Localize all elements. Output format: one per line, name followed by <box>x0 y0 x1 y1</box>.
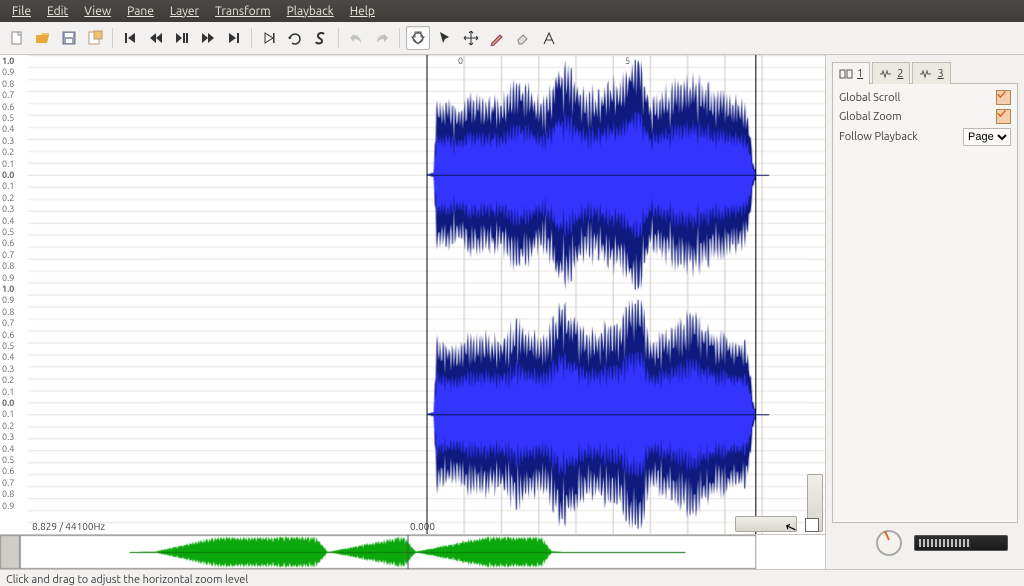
output-level-meter[interactable] <box>914 535 1008 551</box>
menu-help[interactable]: Help <box>342 3 383 20</box>
loop-button[interactable] <box>284 27 306 49</box>
toolbar <box>0 22 1024 55</box>
menubar: File Edit View Pane Layer Transform Play… <box>0 0 1024 22</box>
tab-2[interactable]: 2 <box>872 62 910 84</box>
menu-playback[interactable]: Playback <box>279 3 342 20</box>
open-button[interactable] <box>32 27 54 49</box>
waveform-canvas[interactable] <box>28 55 825 534</box>
menu-pane[interactable]: Pane <box>119 3 162 20</box>
fastforward-button[interactable] <box>197 27 219 49</box>
zoom-fit-checkbox[interactable] <box>805 518 819 532</box>
amplitude-axis: 1.00.90.80.70.60.50.40.30.20.10.00.10.20… <box>0 55 29 534</box>
play-pause-button[interactable] <box>171 27 193 49</box>
global-scroll-checkbox[interactable] <box>996 90 1011 105</box>
property-panel-body: Global Scroll Global Zoom Follow Playbac… <box>832 83 1018 523</box>
export-image-button[interactable] <box>84 27 106 49</box>
menu-edit[interactable]: Edit <box>39 3 76 20</box>
rewind-start-button[interactable] <box>119 27 141 49</box>
overview-pane[interactable] <box>0 534 825 569</box>
menu-view[interactable]: View <box>76 3 119 20</box>
workspace: 1.00.90.80.70.60.50.40.30.20.10.00.10.20… <box>0 55 1024 569</box>
solo-button[interactable] <box>310 27 332 49</box>
erase-tool-button[interactable] <box>512 27 534 49</box>
tab-1[interactable]: 1 <box>832 62 870 84</box>
toolbar-separator <box>112 28 113 48</box>
new-session-button[interactable] <box>6 27 28 49</box>
select-tool-button[interactable] <box>434 27 456 49</box>
move-tool-button[interactable] <box>460 27 482 49</box>
property-panel: 1 2 3 Global Scroll Global Zoom Follow P… <box>826 55 1024 569</box>
status-text: Click and drag to adjust the horizontal … <box>6 574 248 586</box>
playback-speed-dial[interactable] <box>876 530 902 556</box>
menu-file[interactable]: File <box>4 3 39 20</box>
follow-playback-select[interactable]: Page <box>963 128 1011 146</box>
horizontal-zoom-dial[interactable] <box>735 516 797 532</box>
rewind-button[interactable] <box>145 27 167 49</box>
undo-button[interactable] <box>345 27 367 49</box>
global-scroll-label: Global Scroll <box>839 92 900 104</box>
main-pane: 1.00.90.80.70.60.50.40.30.20.10.00.10.20… <box>0 55 826 569</box>
menu-transform[interactable]: Transform <box>207 3 279 20</box>
waveform-pane[interactable]: 1.00.90.80.70.60.50.40.30.20.10.00.10.20… <box>0 55 825 534</box>
waveform-canvas-host[interactable]: 0 5 <box>28 55 825 534</box>
playhead-position-label: 8.829 / 44100Hz <box>32 521 105 532</box>
global-zoom-checkbox[interactable] <box>996 109 1011 124</box>
selection-start-label: 0.000 <box>410 521 435 532</box>
menu-layer[interactable]: Layer <box>162 3 207 20</box>
navigate-tool-button[interactable] <box>406 26 430 50</box>
save-button[interactable] <box>58 27 80 49</box>
toolbar-separator <box>251 28 252 48</box>
follow-playback-label: Follow Playback <box>839 131 918 143</box>
global-zoom-label: Global Zoom <box>839 111 902 123</box>
status-bar: Click and drag to adjust the horizontal … <box>0 569 1024 586</box>
property-tabs: 1 2 3 <box>832 61 1018 83</box>
overview-canvas[interactable] <box>0 535 825 569</box>
tab-3[interactable]: 3 <box>912 62 950 84</box>
play-selection-button[interactable] <box>258 27 280 49</box>
forward-end-button[interactable] <box>223 27 245 49</box>
edit-tool-button[interactable] <box>486 27 508 49</box>
toolbar-separator <box>399 28 400 48</box>
measure-tool-button[interactable] <box>538 27 560 49</box>
play-controls <box>832 523 1018 563</box>
redo-button[interactable] <box>371 27 393 49</box>
toolbar-separator <box>338 28 339 48</box>
